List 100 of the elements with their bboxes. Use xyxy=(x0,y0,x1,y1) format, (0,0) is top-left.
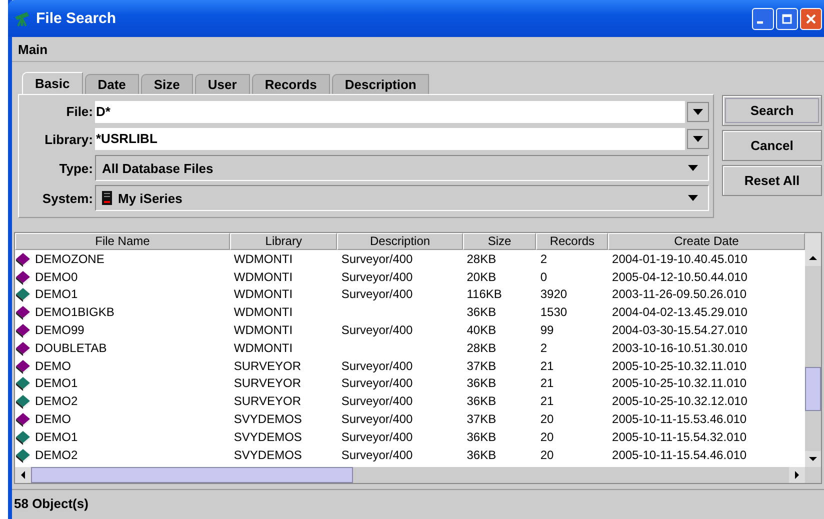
table-cell-text: 28KB xyxy=(466,252,498,266)
table-cell: DEMO99 xyxy=(35,323,84,338)
menu-item[interactable]: Main xyxy=(18,42,48,56)
close-button[interactable] xyxy=(800,8,822,30)
close-icon xyxy=(806,14,816,24)
table-cell-text: Surveyor/400 xyxy=(340,430,414,444)
window-title: File Search xyxy=(36,10,118,27)
table-cell-text: Surveyor/400 xyxy=(340,287,414,302)
table-cell-text: Surveyor/400 xyxy=(340,448,414,462)
table-cell-text: WDMONTI xyxy=(232,305,294,320)
table-cell-text: 36KB xyxy=(466,430,498,444)
tab[interactable]: Records xyxy=(252,74,330,94)
table-cell-text: WDMONTI xyxy=(232,270,294,284)
dropdown-button[interactable] xyxy=(687,102,709,122)
table-cell-text: WDMONTI xyxy=(232,252,294,266)
table-cell: DOUBLETAB xyxy=(35,340,107,355)
table-cell-text: 20 xyxy=(539,448,555,462)
table-cell-text: 2005-10-25-10.32.12.010 xyxy=(611,394,748,408)
table-cell: DEMO2 xyxy=(35,394,78,408)
vertical-scrollbar[interactable] xyxy=(805,233,821,467)
dropdown[interactable]: All Database Files xyxy=(95,155,709,181)
table-cell-text: Surveyor/400 xyxy=(340,358,414,373)
table-cell-text: Surveyor/400 xyxy=(340,412,414,426)
table-cell-text: 36KB xyxy=(466,305,498,320)
table-cell-text: 36KB xyxy=(466,376,498,390)
table-cell-text: 116KB xyxy=(466,287,503,302)
table-cell-text: 37KB xyxy=(466,412,498,426)
caret-icon xyxy=(693,136,703,142)
field-label: File: xyxy=(65,104,93,120)
column-header[interactable]: Size xyxy=(462,233,536,250)
caret-icon xyxy=(688,195,698,201)
telescope-icon xyxy=(14,10,30,26)
tab[interactable]: Date xyxy=(84,74,139,94)
dropdown[interactable]: My iSeries xyxy=(95,185,709,211)
table-cell-text: 2003-10-16-10.51.30.010 xyxy=(611,340,748,355)
action-button[interactable]: Cancel xyxy=(722,130,822,161)
table-cell-text: Surveyor/400 xyxy=(340,376,414,390)
table-cell-text: 99 xyxy=(539,323,555,338)
table-cell: DEMO1 xyxy=(35,287,78,302)
table-cell: DEMO xyxy=(35,358,71,373)
column-header[interactable]: Library xyxy=(230,233,338,250)
field-label: Library: xyxy=(44,132,93,147)
table-cell-text: 2 xyxy=(539,252,548,266)
dropdown-button[interactable] xyxy=(687,129,709,150)
field-label: System: xyxy=(41,190,93,206)
maximize-button[interactable] xyxy=(776,8,798,30)
table-cell-text: 28KB xyxy=(466,340,498,355)
action-button[interactable]: Reset All xyxy=(722,165,822,196)
table-cell-text: 2 xyxy=(539,340,548,355)
table-cell-text: 20 xyxy=(539,430,555,444)
table-cell-text: 2004-03-30-15.54.27.010 xyxy=(611,323,748,338)
scroll-thumb[interactable] xyxy=(805,367,821,411)
table-cell-text: SVYDEMOS xyxy=(232,448,303,462)
maximize-icon xyxy=(782,14,792,24)
table-cell-text: SURVEYOR xyxy=(232,394,302,408)
table-cell-text: 2005-04-12-10.50.44.010 xyxy=(611,270,748,284)
table-cell-text: SVYDEMOS xyxy=(232,412,303,426)
column-header[interactable]: File Name xyxy=(15,233,230,250)
table-cell-text: 2004-04-02-13.45.29.010 xyxy=(611,305,748,320)
table-cell-text: 21 xyxy=(539,394,555,408)
table-cell-text: Surveyor/400 xyxy=(340,394,414,408)
table-cell-text: 2005-10-11-15.54.46.010 xyxy=(611,448,748,462)
column-header[interactable]: Records xyxy=(536,233,608,250)
table-cell: DEMO1BIGKB xyxy=(35,305,114,320)
table-cell-text: Surveyor/400 xyxy=(340,323,414,338)
minimize-button[interactable] xyxy=(752,8,774,30)
table-cell-text: 2005-10-11-15.53.46.010 xyxy=(611,412,748,426)
table-cell-text: 3920 xyxy=(539,287,568,302)
action-button[interactable]: Search xyxy=(722,95,822,126)
table-cell-text: WDMONTI xyxy=(232,340,294,355)
table-cell-text: 0 xyxy=(539,270,548,284)
table-cell-text: SURVEYOR xyxy=(232,376,302,390)
table-cell-text: 2005-10-11-15.54.32.010 xyxy=(611,430,748,444)
table-cell-text: 37KB xyxy=(466,358,498,373)
input-field[interactable]: D* xyxy=(95,100,685,123)
table-cell-text: 40KB xyxy=(466,323,498,338)
minimize-icon xyxy=(757,21,763,24)
table-cell-text: 2005-10-25-10.32.11.010 xyxy=(611,358,748,373)
table-cell-text: 2005-10-25-10.32.11.010 xyxy=(611,376,748,390)
tab[interactable]: Description xyxy=(332,74,430,94)
table-cell-text: 1530 xyxy=(539,305,568,320)
table-cell: DEMO1 xyxy=(35,376,78,390)
table-cell-text: 36KB xyxy=(466,394,498,408)
column-header[interactable]: Description xyxy=(337,233,463,250)
table-cell: DEMO1 xyxy=(35,430,78,444)
table-cell-text: SVYDEMOS xyxy=(232,430,303,444)
table-cell-text: Surveyor/400 xyxy=(340,252,414,266)
table-cell-text: 20KB xyxy=(466,270,498,284)
tab[interactable]: Basic xyxy=(22,72,83,94)
table-cell-text: 2003-11-26-09.50.26.010 xyxy=(611,287,748,302)
caret-icon xyxy=(688,165,698,171)
table-cell-text: 36KB xyxy=(466,448,498,462)
tab[interactable]: Size xyxy=(140,74,193,94)
input-field[interactable]: *USRLIBL xyxy=(95,128,685,150)
tab[interactable]: User xyxy=(194,74,250,94)
table-cell: DEMO0 xyxy=(35,270,78,284)
table-cell-text: WDMONTI xyxy=(232,323,294,338)
scroll-thumb[interactable] xyxy=(31,467,353,483)
field-label: Type: xyxy=(58,160,93,176)
column-header[interactable]: Create Date xyxy=(608,233,805,250)
